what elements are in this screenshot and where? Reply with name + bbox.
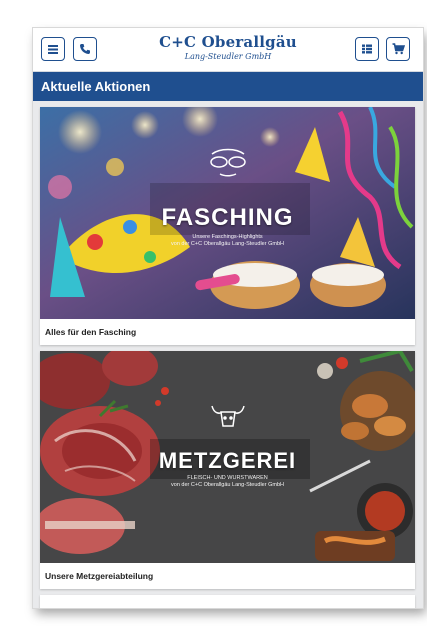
brand-logo[interactable]: C+C Oberallgäu Lang-Steudler GmbH xyxy=(153,33,303,67)
promo-card-next[interactable] xyxy=(40,595,415,608)
cart-icon xyxy=(392,43,405,55)
promo-card-metzgerei[interactable]: METZGEREI FLEISCH- UND WURSTWAREN von de… xyxy=(40,351,415,589)
promo-caption[interactable]: Unsere Metzgereiabteilung xyxy=(40,563,415,589)
promo-card-fasching[interactable]: FASCHING Unsere Faschings-Highlights von… xyxy=(40,107,415,345)
category-list-button[interactable] xyxy=(355,37,379,61)
promo-subtitle: Unsere Faschings-Highlights xyxy=(192,234,263,240)
phone-icon xyxy=(80,44,90,54)
logo-company: Lang-Steudler GmbH xyxy=(184,52,272,61)
menu-button[interactable] xyxy=(41,37,65,61)
top-bar: C+C Oberallgäu Lang-Steudler GmbH xyxy=(33,28,423,72)
promo-caption[interactable]: Alles für den Fasching xyxy=(40,319,415,345)
promo-subtitle-company: von der C+C Oberallgäu Lang-Steudler Gmb… xyxy=(171,482,284,488)
promo-subtitle-company: von der C+C Oberallgäu Lang-Steudler Gmb… xyxy=(171,241,284,247)
section-header: Aktuelle Aktionen xyxy=(33,72,423,101)
promo-image-metzgerei[interactable]: METZGEREI FLEISCH- UND WURSTWAREN von de… xyxy=(40,351,415,563)
cart-button[interactable] xyxy=(386,37,410,61)
promo-title: FASCHING xyxy=(161,204,294,231)
list-icon xyxy=(362,44,372,54)
promo-title: METZGEREI xyxy=(158,448,297,473)
mobile-viewport: C+C Oberallgäu Lang-Steudler GmbH Aktuel… xyxy=(33,28,423,608)
promo-image-fasching[interactable]: FASCHING Unsere Faschings-Highlights von… xyxy=(40,107,415,319)
logo-name: C+C Oberallgäu xyxy=(159,33,297,51)
menu-icon xyxy=(48,45,58,54)
promo-subtitle: FLEISCH- UND WURSTWAREN xyxy=(187,475,268,481)
phone-button[interactable] xyxy=(73,37,97,61)
